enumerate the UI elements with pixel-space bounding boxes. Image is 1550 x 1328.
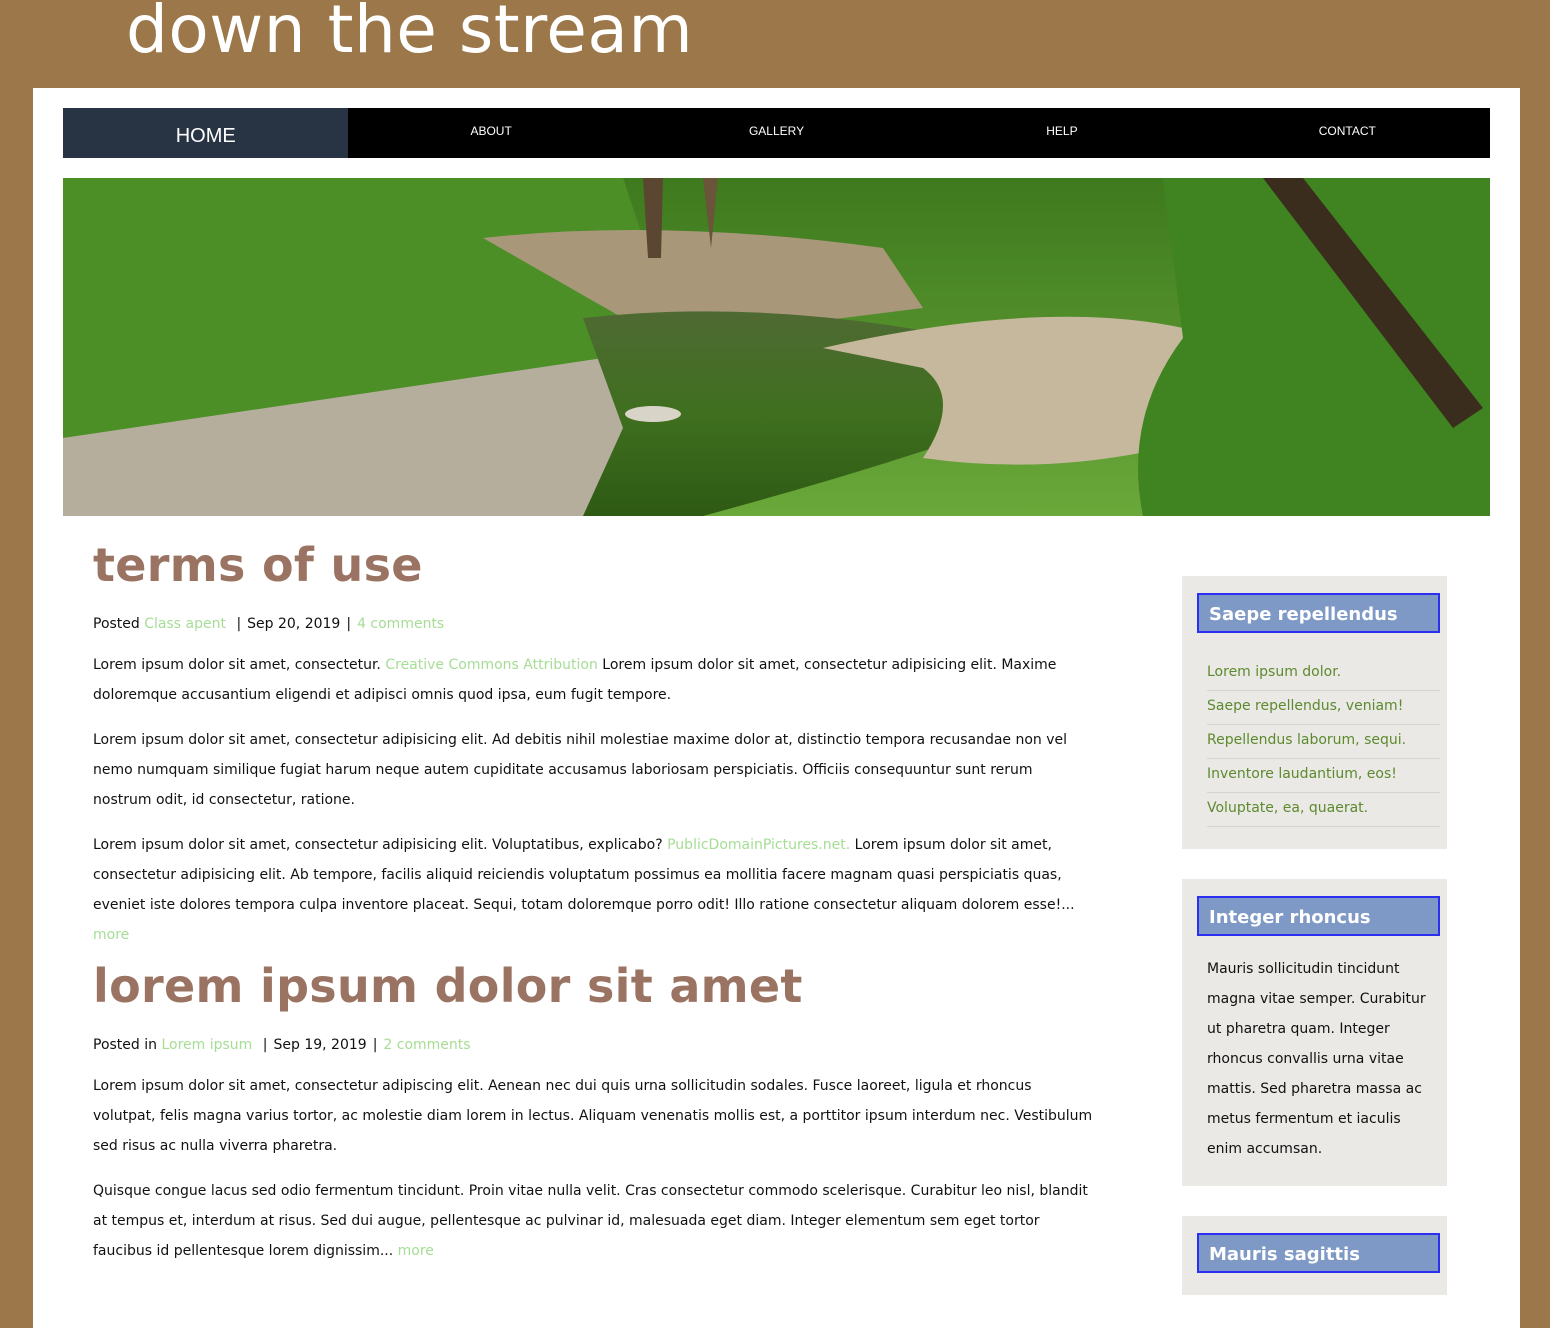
widget-title: Saepe repellendus — [1197, 593, 1440, 633]
meta-prefix: Posted in — [93, 1037, 158, 1053]
post-paragraph: Lorem ipsum dolor sit amet, consectetur … — [93, 837, 1075, 943]
widget-link[interactable]: Lorem ipsum dolor. — [1207, 657, 1440, 691]
inline-link[interactable]: PublicDomainPictures.net. — [667, 837, 850, 853]
widget-link[interactable]: Repellendus laborum, sequi. — [1207, 725, 1440, 759]
post-date: Sep 19, 2019 — [273, 1037, 367, 1053]
meta-separator: | — [372, 1037, 378, 1053]
meta-separator: | — [262, 1037, 268, 1053]
post-paragraph: Lorem ipsum dolor sit amet, consectetur … — [93, 1078, 1093, 1154]
widget-mauris-sagittis: Mauris sagittis — [1182, 1216, 1447, 1295]
widget-saepe-repellendus: Saepe repellendus Lorem ipsum dolor. Sae… — [1182, 576, 1447, 849]
hero-image — [63, 178, 1490, 516]
meta-separator: | — [346, 616, 352, 632]
inline-link[interactable]: Creative Commons Attribution — [385, 657, 597, 673]
widget-link[interactable]: Saepe repellendus, veniam! — [1207, 691, 1440, 725]
post-1: terms of use Posted Class apent | Sep 20,… — [93, 536, 1093, 950]
sidebar: Saepe repellendus Lorem ipsum dolor. Sae… — [1182, 576, 1447, 1325]
widget-integer-rhoncus: Integer rhoncus Mauris sollicitudin tinc… — [1182, 879, 1447, 1186]
post-paragraph: Lorem ipsum dolor sit amet, consectetur.… — [93, 657, 1057, 703]
more-link[interactable]: more — [93, 927, 129, 943]
post-date: Sep 20, 2019 — [247, 616, 341, 632]
nav-item-home[interactable]: HOME — [63, 108, 349, 158]
more-link[interactable]: more — [398, 1243, 434, 1259]
main-content: terms of use Posted Class apent | Sep 20,… — [93, 536, 1093, 1281]
nav-item-about[interactable]: ABOUT — [348, 108, 633, 158]
post-comments-link[interactable]: 2 comments — [383, 1037, 470, 1053]
widget-text: Mauris sollicitudin tincidunt magna vita… — [1207, 961, 1426, 1157]
widget-link-list: Lorem ipsum dolor. Saepe repellendus, ve… — [1207, 657, 1440, 827]
post-comments-link[interactable]: 4 comments — [357, 616, 444, 632]
main-nav: HOME ABOUT GALLERY HELP CONTACT — [63, 108, 1490, 158]
post-2: lorem ipsum dolor sit amet Posted in Lor… — [93, 957, 1093, 1266]
nav-item-help[interactable]: HELP — [919, 108, 1204, 158]
post-title[interactable]: lorem ipsum dolor sit amet — [93, 957, 1093, 1015]
page-container: HOME ABOUT GALLERY HELP CONTACT terms of… — [33, 88, 1520, 1328]
nav-item-gallery[interactable]: GALLERY — [634, 108, 919, 158]
nav-item-contact[interactable]: CONTACT — [1205, 108, 1490, 158]
post-meta: Posted in Lorem ipsum | Sep 19, 2019 | 2 co… — [93, 1037, 1093, 1053]
widget-link[interactable]: Inventore laudantium, eos! — [1207, 759, 1440, 793]
post-category-link[interactable]: Lorem ipsum — [161, 1037, 252, 1053]
meta-separator: | — [236, 616, 242, 632]
post-meta: Posted Class apent | Sep 20, 2019 | 4 comme… — [93, 616, 1093, 632]
post-paragraph: Quisque congue lacus sed odio fermentum … — [93, 1183, 1088, 1259]
widget-link[interactable]: Voluptate, ea, quaerat. — [1207, 793, 1440, 827]
post-title[interactable]: terms of use — [93, 536, 1093, 594]
meta-prefix: Posted — [93, 616, 140, 632]
site-title: down the stream — [126, 0, 694, 68]
widget-title: Integer rhoncus — [1197, 896, 1440, 936]
widget-title: Mauris sagittis — [1197, 1233, 1440, 1273]
post-paragraph: Lorem ipsum dolor sit amet, consectetur … — [93, 732, 1068, 808]
post-author-link[interactable]: Class apent — [144, 616, 226, 632]
